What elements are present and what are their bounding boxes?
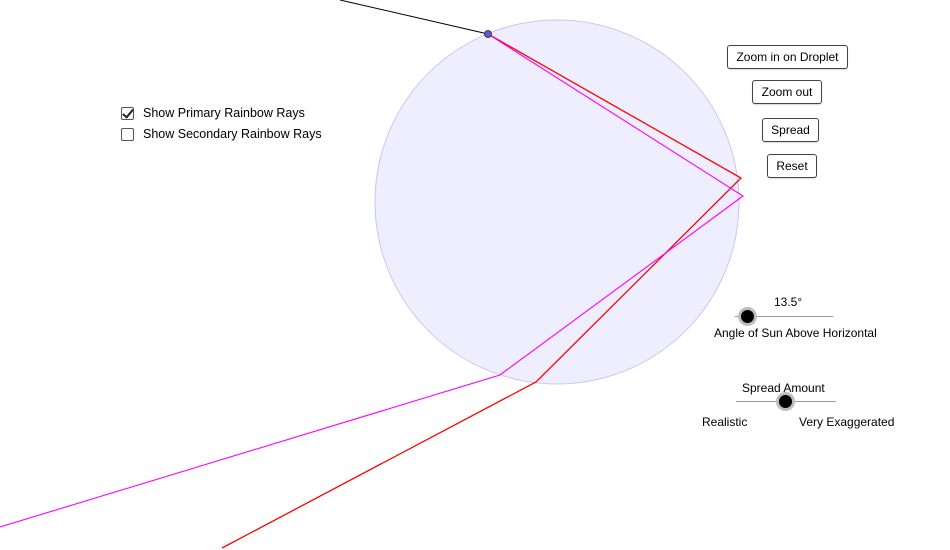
primary-checkbox-label: Show Primary Rainbow Rays: [143, 106, 305, 120]
sun-angle-label: Angle of Sun Above Horizontal: [714, 326, 877, 340]
sun-angle-slider-handle[interactable]: [741, 310, 754, 323]
secondary-checkbox-label: Show Secondary Rainbow Rays: [143, 127, 322, 141]
spread-max-label: Very Exaggerated: [799, 415, 895, 429]
spread-slider-handle[interactable]: [779, 395, 792, 408]
spread-min-label: Realistic: [702, 415, 748, 429]
check-mark-icon: [122, 105, 134, 119]
water-droplet: [374, 19, 740, 385]
ray-entry-point[interactable]: [484, 30, 492, 38]
primary-checkbox-box[interactable]: [121, 105, 134, 120]
zoom-in-button[interactable]: Zoom in on Droplet: [727, 45, 848, 69]
show-secondary-checkbox[interactable]: Show Secondary Rainbow Rays: [121, 126, 322, 142]
reset-button[interactable]: Reset: [767, 154, 817, 178]
secondary-checkbox-box[interactable]: [121, 127, 134, 141]
sun-angle-value: 13.5°: [774, 295, 803, 309]
incoming-sun-ray: [339, 0, 489, 35]
spread-amount-title: Spread Amount: [742, 381, 825, 395]
show-primary-checkbox[interactable]: Show Primary Rainbow Rays: [121, 105, 305, 121]
zoom-out-button[interactable]: Zoom out: [752, 80, 822, 104]
spread-button[interactable]: Spread: [762, 118, 819, 142]
